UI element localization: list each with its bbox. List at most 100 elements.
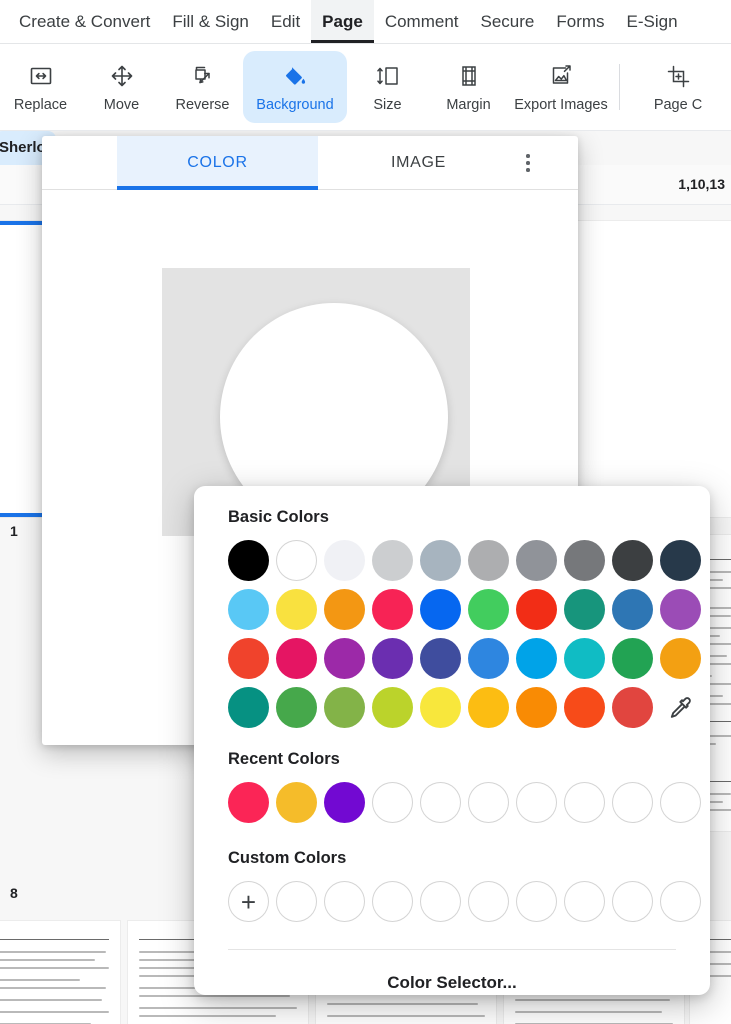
background-preview-area xyxy=(42,190,578,536)
color-swatch[interactable] xyxy=(420,589,461,630)
toolbar-move-label: Move xyxy=(103,97,140,113)
tab-image[interactable]: IMAGE xyxy=(318,136,519,189)
color-swatch[interactable] xyxy=(612,638,653,679)
page-add-icon xyxy=(665,61,691,91)
recent-color-slot-empty[interactable] xyxy=(468,782,509,823)
color-swatch[interactable] xyxy=(660,638,701,679)
color-swatch[interactable] xyxy=(660,589,701,630)
background-fill-icon xyxy=(282,61,308,91)
menu-item-forms[interactable]: Forms xyxy=(545,0,615,43)
menu-item-secure[interactable]: Secure xyxy=(470,0,546,43)
recent-color-slot-empty[interactable] xyxy=(372,782,413,823)
recent-color-swatch[interactable] xyxy=(228,782,269,823)
custom-color-slot-empty[interactable] xyxy=(324,881,365,922)
toolbar-margin-button[interactable]: Margin xyxy=(428,51,509,123)
color-swatch[interactable] xyxy=(516,589,557,630)
recent-color-swatch[interactable] xyxy=(276,782,317,823)
recent-color-slot-empty[interactable] xyxy=(612,782,653,823)
color-swatch[interactable] xyxy=(324,638,365,679)
color-swatch[interactable] xyxy=(324,540,365,581)
plus-icon[interactable]: + xyxy=(228,881,269,922)
color-picker-body: Basic Colors Recent Colors Custom Colors… xyxy=(194,486,710,950)
color-swatch[interactable] xyxy=(612,687,653,728)
page-number-label: 8 xyxy=(10,885,18,901)
page-preview[interactable] xyxy=(560,221,731,517)
color-swatch[interactable] xyxy=(372,687,413,728)
custom-color-slot-empty[interactable] xyxy=(372,881,413,922)
color-swatch[interactable] xyxy=(372,540,413,581)
menu-item-comment[interactable]: Comment xyxy=(374,0,470,43)
color-swatch[interactable] xyxy=(276,589,317,630)
main-menubar: Create & Convert Fill & Sign Edit Page C… xyxy=(0,0,731,43)
toolbar-export-images-button[interactable]: Export Images xyxy=(509,51,613,123)
toolbar-size-button[interactable]: Size xyxy=(347,51,428,123)
toolbar-page-crop-button[interactable]: Page C xyxy=(626,51,730,123)
color-swatch[interactable] xyxy=(468,589,509,630)
color-swatch[interactable] xyxy=(516,687,557,728)
custom-color-slot-empty[interactable] xyxy=(564,881,605,922)
color-swatch[interactable] xyxy=(420,540,461,581)
custom-color-slot-empty[interactable] xyxy=(516,881,557,922)
basic-colors-row xyxy=(228,589,701,630)
recent-color-slot-empty[interactable] xyxy=(420,782,461,823)
recent-color-slot-empty[interactable] xyxy=(564,782,605,823)
page-toolbar: Replace Move Reverse Background Size Mar… xyxy=(0,44,731,130)
custom-color-slot-empty[interactable] xyxy=(660,881,701,922)
color-swatch[interactable] xyxy=(420,687,461,728)
menu-item-fill-sign[interactable]: Fill & Sign xyxy=(161,0,260,43)
color-swatch[interactable] xyxy=(468,540,509,581)
color-swatch[interactable] xyxy=(516,638,557,679)
color-swatch[interactable] xyxy=(564,589,605,630)
color-swatch[interactable] xyxy=(228,687,269,728)
custom-color-slot-empty[interactable] xyxy=(612,881,653,922)
menu-item-edit[interactable]: Edit xyxy=(260,0,311,43)
custom-color-slot-empty[interactable] xyxy=(420,881,461,922)
toolbar-size-label: Size xyxy=(373,97,402,113)
eyedropper-icon[interactable] xyxy=(660,687,701,728)
color-swatch[interactable] xyxy=(228,589,269,630)
color-swatch[interactable] xyxy=(516,540,557,581)
recent-color-swatch[interactable] xyxy=(324,782,365,823)
color-swatch[interactable] xyxy=(468,638,509,679)
custom-color-slot-empty[interactable] xyxy=(276,881,317,922)
color-swatch[interactable] xyxy=(228,540,269,581)
toolbar-divider-line xyxy=(0,130,731,131)
color-swatch[interactable] xyxy=(228,638,269,679)
color-swatch[interactable] xyxy=(372,589,413,630)
color-swatch[interactable] xyxy=(372,638,413,679)
color-swatch[interactable] xyxy=(468,687,509,728)
recent-color-slot-empty[interactable] xyxy=(516,782,557,823)
tab-color[interactable]: COLOR xyxy=(117,136,318,189)
toolbar-export-images-label: Export Images xyxy=(514,97,608,113)
color-swatch[interactable] xyxy=(564,687,605,728)
toolbar-replace-button[interactable]: Replace xyxy=(0,51,81,123)
color-swatch[interactable] xyxy=(324,687,365,728)
custom-color-slot-empty[interactable] xyxy=(468,881,509,922)
color-swatch[interactable] xyxy=(612,540,653,581)
color-swatch[interactable] xyxy=(276,638,317,679)
toolbar-move-button[interactable]: Move xyxy=(81,51,162,123)
menu-item-page[interactable]: Page xyxy=(311,0,374,43)
recent-color-slot-empty[interactable] xyxy=(660,782,701,823)
page-preview[interactable] xyxy=(0,921,120,1024)
move-icon xyxy=(109,61,135,91)
color-swatch[interactable] xyxy=(276,540,317,581)
kebab-menu-icon[interactable] xyxy=(515,149,541,177)
basic-colors-heading: Basic Colors xyxy=(228,508,329,526)
page-range-value: 1,10,13 xyxy=(678,176,725,192)
color-selector-button[interactable]: Color Selector... xyxy=(194,950,710,995)
toolbar-background-button[interactable]: Background xyxy=(243,51,347,123)
color-swatch[interactable] xyxy=(564,638,605,679)
margin-icon xyxy=(456,61,482,91)
color-swatch[interactable] xyxy=(660,540,701,581)
color-swatch[interactable] xyxy=(420,638,461,679)
custom-colors-heading: Custom Colors xyxy=(228,849,347,867)
menu-item-esign[interactable]: E-Sign xyxy=(616,0,689,43)
color-swatch[interactable] xyxy=(564,540,605,581)
size-icon xyxy=(375,61,401,91)
toolbar-reverse-button[interactable]: Reverse xyxy=(162,51,243,123)
color-swatch[interactable] xyxy=(612,589,653,630)
color-swatch[interactable] xyxy=(276,687,317,728)
menu-item-create-convert[interactable]: Create & Convert xyxy=(8,0,161,43)
color-swatch[interactable] xyxy=(324,589,365,630)
